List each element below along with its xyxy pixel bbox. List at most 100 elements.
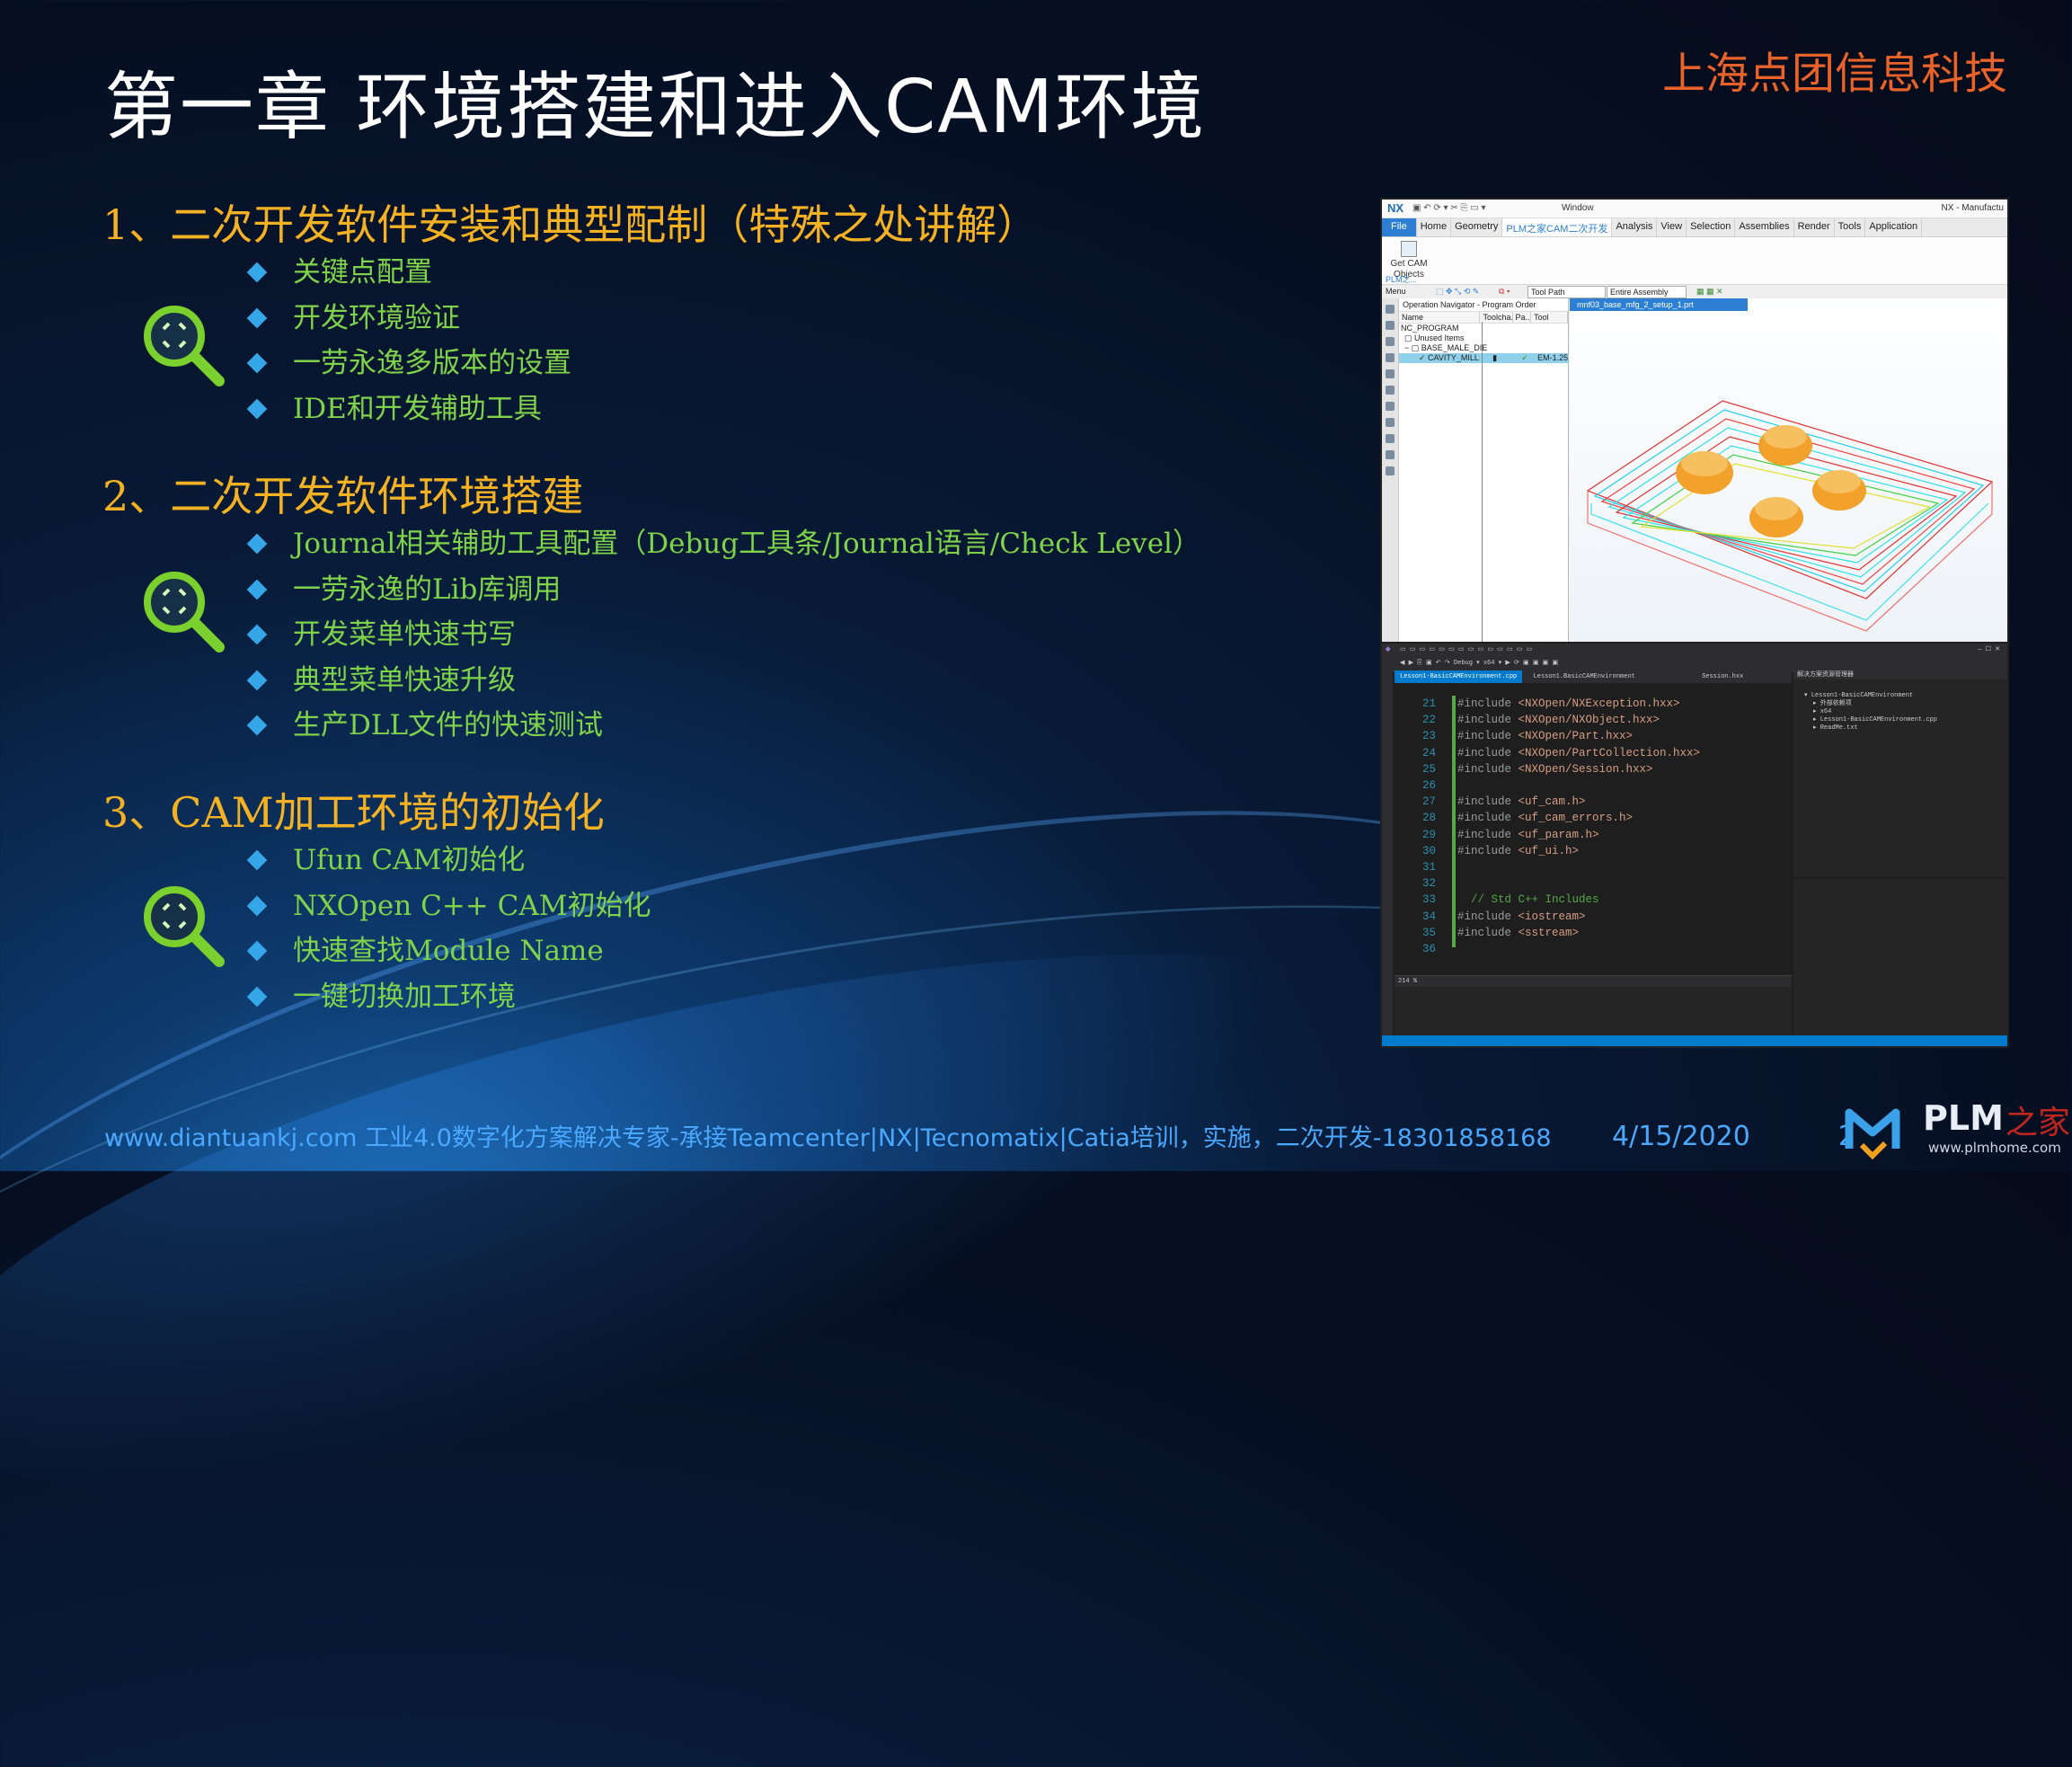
code-lines: 21 #include <NXOpen/NXException.hxx> 22 #in… <box>1395 696 1792 957</box>
code-line[interactable]: 32 <box>1395 875 1792 892</box>
quick-access-icons[interactable]: ▣ ↶ ⟳ ▾ ✂ ⎘ ▭ ▾ <box>1412 203 1486 213</box>
tab-plm-cam[interactable]: PLM之家CAM二次开发 <box>1502 218 1613 236</box>
resource-bar-icon[interactable] <box>1386 418 1395 427</box>
diamond-bullet-icon <box>246 715 268 736</box>
menu-button[interactable]: Menu <box>1386 287 1406 296</box>
zoom-level[interactable]: 214 % <box>1395 976 1792 987</box>
resource-bar-icon[interactable] <box>1386 386 1395 395</box>
code-line[interactable]: 31 <box>1395 859 1792 875</box>
resource-bar-icon[interactable] <box>1386 337 1395 346</box>
properties-panel <box>1793 879 2007 1035</box>
tab-tools[interactable]: Tools <box>1835 218 1866 236</box>
section-heading-1: 1、二次开发软件安装和典型配制（特殊之处讲解） <box>102 200 1039 249</box>
navigator-row-selected[interactable]: ✓ CAVITY_MILL ▮ ✓ EM-1.25... <box>1399 353 1568 363</box>
snap-icons[interactable]: ▦ ▦ ✕ <box>1696 287 1723 297</box>
graphics-window[interactable]: mnf03_base_mfg_2_setup_1.prt <box>1570 298 2007 642</box>
output-panel: 214 % <box>1395 975 1792 1035</box>
solution-item[interactable]: ▾ Lesson1-BasicCAMEnvironment <box>1804 692 2007 700</box>
solution-item[interactable]: ▸ Lesson1-BasicCAMEnvironment.cpp <box>1804 716 2007 724</box>
resource-bar-icon[interactable] <box>1386 305 1395 314</box>
filter-icons[interactable]: ⧉ ▾ <box>1499 287 1510 297</box>
resource-bar-icon[interactable] <box>1386 450 1395 459</box>
code-line[interactable]: 21 #include <NXOpen/NXException.hxx> <box>1395 696 1792 712</box>
tab-home[interactable]: Home <box>1417 218 1452 236</box>
resource-bar-icon[interactable] <box>1386 434 1395 443</box>
tab-assemblies[interactable]: Assemblies <box>1735 218 1794 236</box>
resource-bar-icon[interactable] <box>1386 466 1395 475</box>
code-line[interactable]: 29 #include <uf_param.h> <box>1395 827 1792 843</box>
tab-render[interactable]: Render <box>1794 218 1835 236</box>
slide-title: 第一章 环境搭建和进入CAM环境 <box>104 65 1207 150</box>
navigator-row[interactable]: NC_PROGRAM <box>1399 324 1568 333</box>
document-tab[interactable]: mnf03_base_mfg_2_setup_1.prt <box>1570 298 1748 311</box>
window-controls[interactable]: — ☐ ✕ <box>1978 644 2000 656</box>
code-text: #include <uf_ui.h> <box>1457 844 1580 857</box>
toolpath-model-graphic <box>1586 400 1994 632</box>
line-number: 28 <box>1421 812 1436 825</box>
code-line[interactable]: 28 #include <uf_cam_errors.h> <box>1395 810 1792 826</box>
code-line[interactable]: 30 #include <uf_ui.h> <box>1395 843 1792 859</box>
vs-menu-items[interactable]: ▭ ▭ ▭ ▭ ▭ ▭ ▭ ▭ ▭ ▭ ▭ ▭ ▭ ▭ <box>1400 644 1532 656</box>
brand-name: 上海点团信息科技 <box>1661 49 2007 99</box>
tab-geometry[interactable]: Geometry <box>1451 218 1503 236</box>
vs-statusbar <box>1382 1035 2007 1046</box>
bullet-item: 一劳永逸的Lib库调用 <box>244 567 1200 613</box>
code-line[interactable]: 23 #include <NXOpen/Part.hxx> <box>1395 728 1792 744</box>
config-select[interactable]: Debug <box>1454 660 1473 667</box>
diamond-bullet-icon <box>246 670 268 690</box>
line-number: 26 <box>1421 779 1436 793</box>
column-header[interactable]: Tool <box>1531 312 1568 323</box>
tab-application[interactable]: Application <box>1865 218 1923 236</box>
file-tab[interactable]: Session.hxx <box>1702 673 1743 680</box>
tab-file[interactable]: File <box>1382 218 1417 236</box>
scope-dropdown[interactable]: Lesson1.BasicCAMEnvironment <box>1533 673 1634 680</box>
resource-bar-icon[interactable] <box>1386 353 1395 362</box>
code-line[interactable]: 34 #include <iostream> <box>1395 909 1792 925</box>
line-number: 34 <box>1421 910 1436 923</box>
solution-explorer: 解决方案资源管理器 ▾ Lesson1-BasicCAMEnvironment … <box>1793 670 2007 877</box>
window-menu[interactable]: Window <box>1562 203 1594 213</box>
solution-item[interactable]: ▸ 外部依赖项 <box>1804 700 2007 708</box>
code-line[interactable]: 25 #include <NXOpen/Session.hxx> <box>1395 761 1792 777</box>
resource-bar-icon[interactable] <box>1386 369 1395 378</box>
solution-item[interactable]: ▸ x64 <box>1804 708 2007 716</box>
platform-select[interactable]: x64 <box>1483 660 1495 667</box>
bullet-item: 生产DLL文件的快速测试 <box>244 703 1200 749</box>
resource-bar-icon[interactable] <box>1386 402 1395 411</box>
diamond-bullet-icon <box>246 352 268 374</box>
type-filter-select[interactable]: Tool Path <box>1527 286 1606 298</box>
code-line[interactable]: 24 #include <NXOpen/PartCollection.hxx> <box>1395 745 1792 761</box>
diamond-bullet-icon <box>246 849 268 871</box>
tab-view[interactable]: View <box>1657 218 1687 236</box>
diamond-bullet-icon <box>246 579 268 599</box>
selection-icons[interactable]: ⬚ ✥ ⤡ ⟲ ✎ <box>1436 287 1479 297</box>
column-header[interactable]: Toolcha... <box>1480 312 1513 323</box>
column-header[interactable]: Pa... <box>1513 312 1532 323</box>
diamond-bullet-icon <box>246 624 268 645</box>
file-tab-active[interactable]: Lesson1-BasicCAMEnvironment.cpp <box>1395 670 1523 683</box>
nx-screenshot: NX ▣ ↶ ⟳ ▾ ✂ ⎘ ▭ ▾ Window NX - Manufactu… <box>1380 198 2009 644</box>
column-header[interactable]: Name <box>1399 312 1481 323</box>
logo-text: PLM <box>1923 1098 2004 1138</box>
navigator-row[interactable]: − ▢ BASE_MALE_DIE <box>1399 343 1568 353</box>
navigator-row[interactable]: ▢ Unused Items <box>1399 333 1568 343</box>
tab-analysis[interactable]: Analysis <box>1612 218 1658 236</box>
tab-selection[interactable]: Selection <box>1687 218 1736 236</box>
resource-bar-icon[interactable] <box>1386 321 1395 330</box>
bullet-item: 关键点配置 <box>244 250 571 296</box>
code-line[interactable]: 26 <box>1395 777 1792 794</box>
code-editor[interactable]: 21 #include <NXOpen/NXException.hxx> 22 #in… <box>1395 683 1792 974</box>
magnifier-icon <box>144 572 225 653</box>
code-line[interactable]: 35 #include <sstream> <box>1395 925 1792 941</box>
scope-select[interactable]: Entire Assembly <box>1607 286 1687 298</box>
line-number: 32 <box>1421 877 1436 891</box>
code-line[interactable]: 33 // Std C++ Includes <box>1395 892 1792 908</box>
vs-toolbar-icons[interactable]: ◀ ▶ ⎘ ▣ ↶ ↷ <box>1400 660 1454 667</box>
code-line[interactable]: 36 <box>1395 941 1792 957</box>
line-number: 24 <box>1421 746 1436 759</box>
code-line[interactable]: 27 #include <uf_cam.h> <box>1395 794 1792 810</box>
code-line[interactable]: 22 #include <NXOpen/NXObject.hxx> <box>1395 712 1792 728</box>
solution-item[interactable]: ▸ ReadMe.txt <box>1804 724 2007 733</box>
code-text: #include <NXOpen/NXException.hxx> <box>1457 697 1680 710</box>
line-number: 29 <box>1421 828 1436 841</box>
